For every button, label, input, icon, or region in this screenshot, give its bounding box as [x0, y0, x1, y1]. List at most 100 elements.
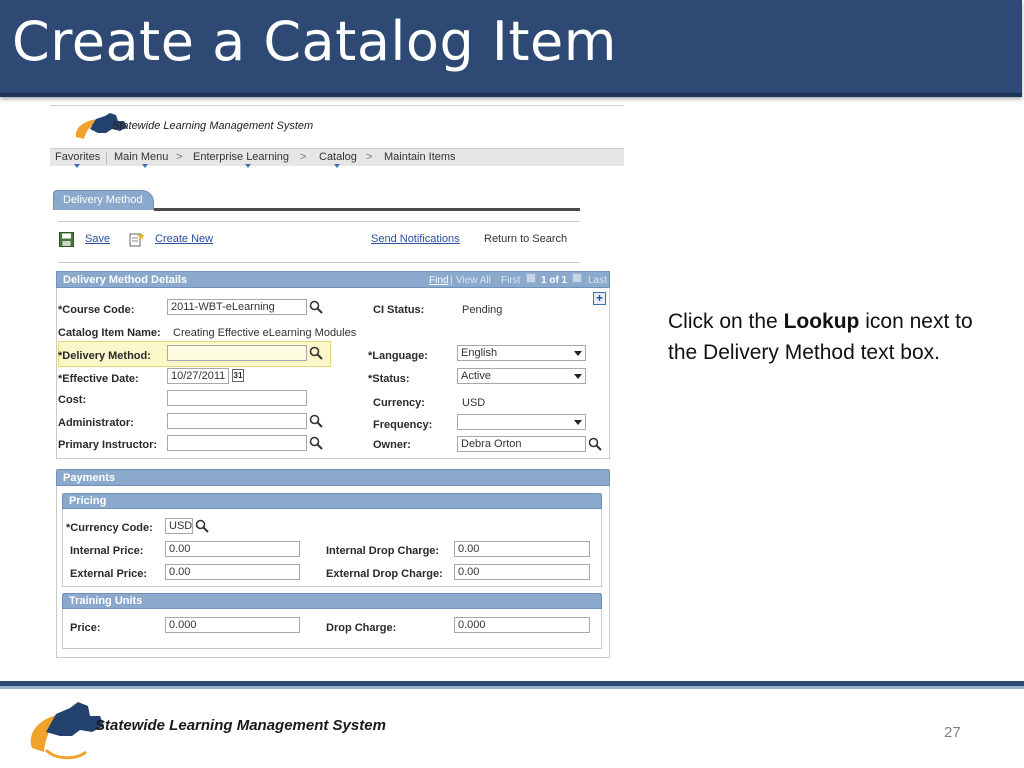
nav-divider	[106, 152, 107, 164]
first-link[interactable]: First	[501, 275, 520, 286]
next-arrow-icon[interactable]	[572, 273, 582, 283]
chevron-down-icon	[74, 164, 80, 168]
ci-status-label: CI Status:	[373, 304, 425, 316]
instruction-prefix: Click on the	[668, 310, 784, 333]
administrator-field[interactable]	[167, 413, 307, 429]
owner-lookup-icon[interactable]	[588, 437, 602, 451]
toolbar-rule	[58, 221, 580, 222]
instruction-text: Click on the Lookup icon next to the Del…	[668, 306, 998, 368]
add-row-button[interactable]: +	[593, 292, 606, 305]
pricing-header: Pricing	[62, 493, 602, 509]
pager-divider: |	[450, 275, 453, 286]
training-units-title: Training Units	[69, 595, 143, 607]
cost-field[interactable]	[167, 390, 307, 406]
language-select[interactable]: English	[457, 345, 586, 361]
course-code-field[interactable]: 2011-WBT-eLearning	[167, 299, 307, 315]
language-value: English	[461, 347, 498, 359]
pricing-title: Pricing	[69, 495, 107, 507]
save-button[interactable]: Save	[85, 233, 110, 245]
primary-instructor-label: Primary Instructor:	[58, 439, 158, 451]
pager-count: 1 of 1	[541, 275, 568, 286]
catalog-item-name-label: Catalog Item Name:	[58, 327, 161, 339]
owner-field[interactable]: Debra Orton	[457, 436, 586, 452]
currency-code-field[interactable]: USD	[165, 518, 193, 534]
status-value: Active	[461, 370, 491, 382]
nav-maintain-items[interactable]: Maintain Items	[384, 151, 456, 163]
currency-value: USD	[462, 397, 486, 409]
footer-subrule	[0, 686, 1024, 689]
primary-instructor-field[interactable]	[167, 435, 307, 451]
currency-code-lookup-icon[interactable]	[195, 519, 209, 533]
details-title: Delivery Method Details	[63, 274, 188, 286]
chevron-down-icon	[574, 420, 582, 425]
app-logo-text: Statewide Learning Management System	[112, 120, 314, 132]
training-units-header: Training Units	[62, 593, 602, 609]
catalog-item-name-value: Creating Effective eLearning Modules	[173, 327, 357, 339]
external-price-label: External Price:	[70, 568, 148, 580]
frequency-label: Frequency:	[373, 419, 433, 431]
find-link[interactable]: Find	[429, 275, 448, 286]
page-number: 27	[944, 724, 961, 741]
footer-logo-text: Statewide Learning Management System	[95, 717, 386, 734]
create-new-button[interactable]: Create New	[155, 233, 213, 245]
frequency-select[interactable]	[457, 414, 586, 430]
primary-instructor-lookup-icon[interactable]	[309, 436, 323, 450]
currency-code-label: *Currency Code:	[66, 522, 153, 534]
nav-main-menu[interactable]: Main Menu	[114, 151, 168, 163]
nav-separator: >	[366, 151, 373, 163]
slide-header: Create a Catalog Item	[0, 0, 1022, 97]
internal-price-label: Internal Price:	[70, 545, 144, 557]
app-screenshot: Statewide Learning Management System Fav…	[50, 105, 624, 658]
price-field[interactable]: 0.000	[165, 617, 300, 633]
nav-bar: Favorites Main Menu > Enterprise Learnin…	[50, 148, 624, 168]
status-select[interactable]: Active	[457, 368, 586, 384]
administrator-label: Administrator:	[58, 417, 134, 429]
delivery-method-lookup-icon[interactable]	[309, 346, 323, 360]
effective-date-field[interactable]: 10/27/2011	[167, 368, 229, 384]
external-price-field[interactable]: 0.00	[165, 564, 300, 580]
save-icon[interactable]	[59, 232, 74, 247]
return-to-search-button[interactable]: Return to Search	[484, 233, 567, 245]
calendar-icon[interactable]: 31	[232, 369, 244, 382]
language-label: *Language:	[368, 350, 428, 362]
payments-header: Payments	[56, 469, 610, 486]
previous-arrow-icon[interactable]	[526, 273, 536, 283]
toolbar-rule	[58, 262, 580, 263]
nav-enterprise-learning[interactable]: Enterprise Learning	[193, 151, 289, 163]
top-rule	[50, 105, 624, 106]
slide-title: Create a Catalog Item	[12, 10, 617, 73]
internal-price-field[interactable]: 0.00	[165, 541, 300, 557]
tab-underline	[154, 208, 580, 211]
view-all-link[interactable]: View All	[456, 275, 491, 286]
chevron-down-icon	[245, 164, 251, 168]
create-new-icon[interactable]	[129, 231, 145, 247]
drop-charge-label: Drop Charge:	[326, 622, 397, 634]
last-link[interactable]: Last	[588, 275, 607, 286]
drop-charge-field[interactable]: 0.000	[454, 617, 590, 633]
delivery-method-label: *Delivery Method:	[58, 350, 151, 362]
internal-drop-charge-field[interactable]: 0.00	[454, 541, 590, 557]
external-drop-charge-field[interactable]: 0.00	[454, 564, 590, 580]
external-drop-charge-label: External Drop Charge:	[326, 568, 443, 580]
internal-drop-charge-label: Internal Drop Charge:	[326, 545, 440, 557]
status-label: *Status:	[368, 373, 410, 385]
delivery-method-field[interactable]	[167, 345, 307, 361]
tab-delivery-method[interactable]: Delivery Method	[53, 190, 154, 210]
nav-favorites[interactable]: Favorites	[55, 151, 100, 163]
nav-catalog[interactable]: Catalog	[319, 151, 357, 163]
instruction-bold: Lookup	[783, 310, 860, 333]
owner-label: Owner:	[373, 439, 411, 451]
nav-separator: >	[300, 151, 307, 163]
price-label: Price:	[70, 622, 101, 634]
currency-label: Currency:	[373, 397, 425, 409]
administrator-lookup-icon[interactable]	[309, 414, 323, 428]
payments-title: Payments	[63, 472, 115, 484]
ci-status-value: Pending	[462, 304, 503, 316]
chevron-down-icon	[574, 374, 582, 379]
send-notifications-link[interactable]: Send Notifications	[371, 233, 460, 245]
cost-label: Cost:	[58, 394, 87, 406]
nav-separator: >	[176, 151, 183, 163]
chevron-down-icon	[334, 164, 340, 168]
course-code-lookup-icon[interactable]	[309, 300, 323, 314]
course-code-label: *Course Code:	[58, 304, 135, 316]
